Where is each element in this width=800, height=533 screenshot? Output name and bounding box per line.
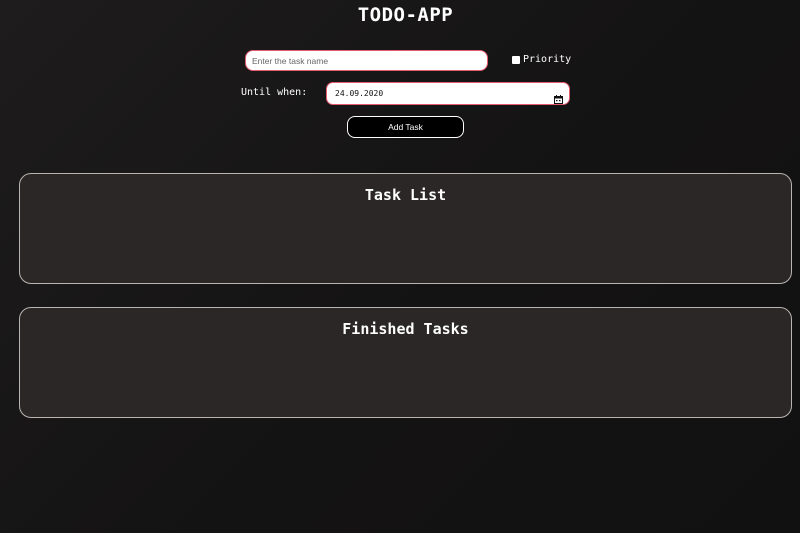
priority-checkbox[interactable] — [512, 55, 520, 64]
calendar-icon[interactable] — [554, 89, 563, 104]
todo-app: TODO-APP Priority Until when: 24.09.2020… — [0, 0, 800, 533]
until-when-label: Until when: — [241, 87, 308, 98]
task-name-input[interactable] — [245, 50, 488, 71]
date-value: 24.09.2020 — [335, 89, 384, 98]
task-list-title: Task List — [364, 186, 447, 204]
add-task-button[interactable]: Add Task — [347, 116, 464, 138]
app-title: TODO-APP — [357, 4, 454, 26]
priority-toggle[interactable]: Priority — [512, 54, 571, 65]
priority-label: Priority — [523, 54, 572, 65]
finished-tasks-title: Finished Tasks — [342, 320, 469, 338]
finished-tasks-panel: Finished Tasks — [19, 307, 792, 418]
until-date-input[interactable]: 24.09.2020 — [326, 82, 570, 105]
task-list-panel: Task List — [19, 173, 792, 284]
